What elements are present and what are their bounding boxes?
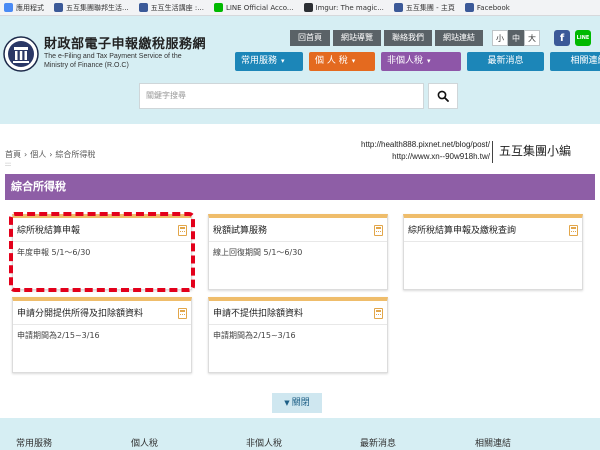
bookmarks-bar: 應用程式 五互集團聯邦生活... 五互生活講座 :... LINE Offici… [0, 0, 600, 16]
card-no-deduction-data[interactable]: 申請不提供扣除額資料 申請期間為2/15~3/16 [208, 297, 388, 373]
card-description: 申請期間為2/15~3/16 [213, 331, 296, 340]
line-icon[interactable]: LINE [575, 30, 591, 46]
bookmark-line[interactable]: LINE Official Acco... [210, 3, 294, 12]
accesskey-dots[interactable]: ::: [5, 161, 11, 168]
facebook-icon [54, 3, 63, 12]
home-link[interactable]: 回首頁 [290, 30, 330, 46]
footer-common-services[interactable]: 常用服務 [16, 436, 52, 449]
facebook-icon[interactable]: f [554, 30, 570, 46]
breadcrumb: 首頁 › 個人 › 綜合所得稅 [5, 149, 95, 160]
breadcrumb-personal[interactable]: 個人 [30, 150, 46, 159]
bookmark-apps[interactable]: 應用程式 [0, 3, 44, 13]
breadcrumb-home[interactable]: 首頁 [5, 150, 21, 159]
menu-non-personal-tax[interactable]: 非個人稅 ▾ [381, 52, 461, 71]
breadcrumb-current: 綜合所得稅 [55, 150, 96, 159]
search-input[interactable]: 關鍵字搜尋 [139, 83, 424, 109]
footer-latest-news[interactable]: 最新消息 [360, 436, 396, 449]
page-title: 綜合所得稅 [5, 174, 595, 200]
main-menu: 常用服務▾ 個 人 稅▾ 非個人稅▾ 最新消息 相關連結 [235, 52, 600, 71]
footer-personal-tax[interactable]: 個人稅 [131, 436, 158, 449]
menu-personal-tax[interactable]: 個 人 稅 ▾ [309, 52, 375, 71]
breadcrumb-separator: › [24, 150, 28, 159]
font-size-switcher: 小 中 大 [492, 30, 540, 46]
apps-icon [4, 3, 13, 12]
chevron-down-icon: ▾ [427, 57, 431, 65]
font-medium-button[interactable]: 中 [508, 30, 524, 46]
ministry-emblem-icon[interactable] [3, 36, 39, 72]
card-title: 稅額試算服務 [213, 226, 268, 236]
calculator-icon [374, 225, 383, 236]
chevron-down-icon: ▾ [281, 57, 285, 65]
card-description [404, 242, 582, 252]
card-title: 申請分開提供所得及扣除額資料 [17, 309, 144, 319]
footer-non-personal-tax[interactable]: 非個人稅 [246, 436, 282, 449]
menu-related-links[interactable]: 相關連結 [550, 52, 600, 71]
font-small-button[interactable]: 小 [492, 30, 508, 46]
sitemap-link[interactable]: 網站導覽 [333, 30, 381, 46]
contact-link[interactable]: 聯絡我們 [384, 30, 432, 46]
card-title: 申請不提供扣除額資料 [213, 309, 304, 319]
site-links-link[interactable]: 網站連結 [435, 30, 483, 46]
footer-related-links[interactable]: 相關連結 [475, 436, 511, 449]
collapse-toggle-button[interactable]: ▼ 關閉 [272, 393, 322, 413]
highlight-annotation [9, 212, 195, 292]
bookmark-2[interactable]: 五互生活講座 :... [135, 3, 204, 13]
chevron-down-icon: ▾ [351, 57, 356, 65]
card-tax-estimate[interactable]: 稅額試算服務 線上回復期間 5/1～6/30 [208, 214, 388, 290]
card-title: 綜所稅結算申報及繳稅查詢 [408, 226, 517, 236]
calculator-icon [569, 225, 578, 236]
search-button[interactable] [428, 83, 458, 109]
imgur-icon [303, 3, 313, 12]
bookmark-1[interactable]: 五互集團聯邦生活... [50, 3, 129, 13]
site-header: 財政部電子申報繳稅服務網 The e-Filing and Tax Paymen… [0, 16, 600, 124]
watermark-divider [492, 141, 493, 163]
search-icon [437, 90, 449, 102]
bookmark-facebook[interactable]: Facebook [461, 3, 510, 12]
card-filing-payment-query[interactable]: 綜所稅結算申報及繳稅查詢 [403, 214, 583, 290]
card-description: 申請期間為2/15~3/16 [17, 331, 100, 340]
facebook-icon [138, 3, 148, 12]
watermark-urls: http://health888.pixnet.net/blog/post/ h… [361, 140, 490, 161]
card-separate-income-data[interactable]: 申請分開提供所得及扣除額資料 申請期間為2/15~3/16 [12, 297, 192, 373]
facebook-icon [393, 3, 403, 12]
calculator-icon [178, 308, 187, 319]
menu-common-services[interactable]: 常用服務 ▾ [235, 52, 303, 71]
site-subtitle: The e-Filing and Tax Payment Service of … [44, 53, 182, 69]
menu-latest-news[interactable]: 最新消息 [467, 52, 544, 71]
bookmark-5[interactable]: 五互集團 - 主頁 [390, 3, 455, 13]
top-links: 回首頁 網站導覽 聯絡我們 網站連結 [290, 30, 486, 46]
card-description: 線上回復期間 5/1～6/30 [213, 248, 303, 257]
site-footer: 常用服務 個人稅 非個人稅 最新消息 相關連結 [0, 418, 600, 450]
line-icon [213, 3, 223, 12]
triangle-down-icon: ▼ [284, 399, 290, 407]
calculator-icon [374, 308, 383, 319]
bookmark-imgur[interactable]: Imgur: The magic... [300, 3, 384, 12]
site-title[interactable]: 財政部電子申報繳稅服務網 [44, 33, 206, 52]
watermark-name: 五互集團小編 [499, 144, 572, 158]
facebook-icon [464, 3, 474, 12]
breadcrumb-separator: › [49, 150, 53, 159]
font-large-button[interactable]: 大 [524, 30, 540, 46]
